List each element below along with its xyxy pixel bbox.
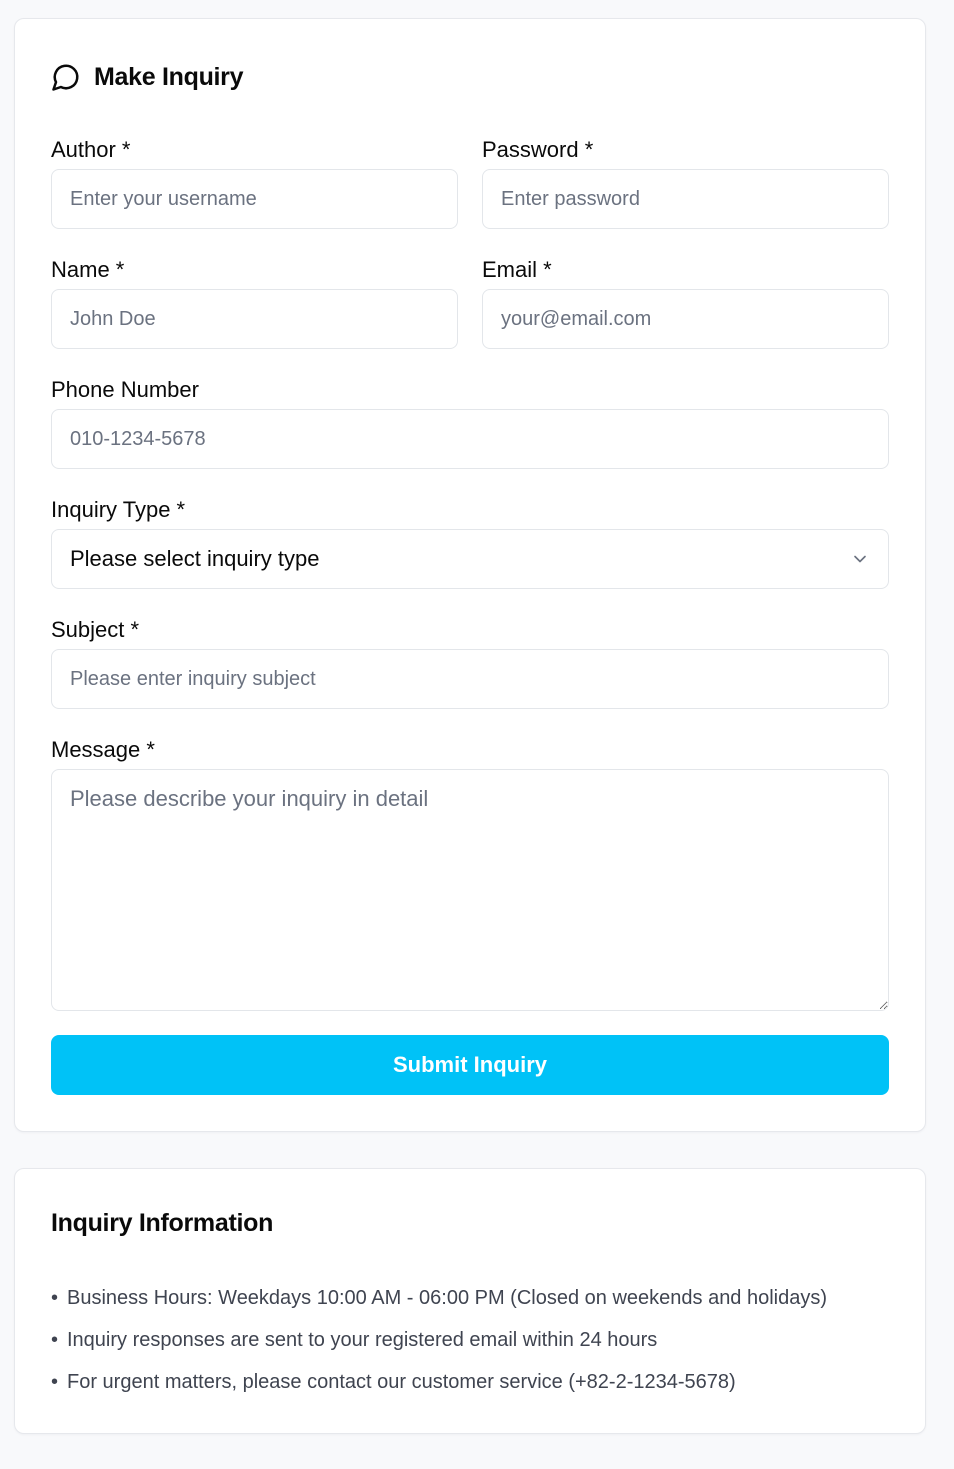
list-item: • Inquiry responses are sent to your regi… xyxy=(51,1319,827,1361)
message-field-group: Message * xyxy=(51,735,889,1016)
email-label: Email * xyxy=(482,257,552,282)
name-input[interactable] xyxy=(51,289,458,349)
inquiry-form-card: Make Inquiry Author * Password * Name * … xyxy=(14,18,926,1132)
inquiry-information-title: Inquiry Information xyxy=(51,1209,274,1237)
list-item: • Business Hours: Weekdays 10:00 AM - 06:… xyxy=(51,1277,827,1319)
phone-label: Phone Number xyxy=(51,377,199,402)
subject-input[interactable] xyxy=(51,649,889,709)
phone-field-group: Phone Number xyxy=(51,375,889,469)
inquiry-information-list: • Business Hours: Weekdays 10:00 AM - 06:… xyxy=(51,1277,827,1403)
password-label: Password * xyxy=(482,137,594,162)
info-item-text: Inquiry responses are sent to your regis… xyxy=(67,1329,658,1351)
inquiry-information-card: Inquiry Information • Business Hours: Wee… xyxy=(14,1168,926,1434)
inquiry-form-title: Make Inquiry xyxy=(94,62,244,91)
bullet-icon: • xyxy=(51,1371,59,1393)
email-input[interactable] xyxy=(482,289,889,349)
author-label: Author * xyxy=(51,137,131,162)
inquiry-type-label: Inquiry Type * xyxy=(51,497,186,522)
info-item-text: For urgent matters, please contact our c… xyxy=(67,1371,736,1393)
email-field-group: Email * xyxy=(482,255,889,349)
name-field-group: Name * xyxy=(51,255,458,349)
author-input[interactable] xyxy=(51,169,458,229)
inquiry-type-selected-value: Please select inquiry type xyxy=(70,546,320,571)
name-label: Name * xyxy=(51,257,125,282)
info-item-text: Business Hours: Weekdays 10:00 AM - 06:0… xyxy=(67,1287,828,1309)
message-label: Message * xyxy=(51,737,155,762)
phone-input[interactable] xyxy=(51,409,889,469)
list-item: • For urgent matters, please contact our … xyxy=(51,1361,827,1403)
inquiry-type-select[interactable]: Please select inquiry type xyxy=(51,529,889,589)
author-field-group: Author * xyxy=(51,135,458,229)
inquiry-form-header: Make Inquiry xyxy=(51,59,244,95)
password-input[interactable] xyxy=(482,169,889,229)
subject-field-group: Subject * xyxy=(51,615,889,709)
bullet-icon: • xyxy=(51,1287,59,1309)
chevron-down-icon xyxy=(850,549,870,569)
bullet-icon: • xyxy=(51,1329,59,1351)
subject-label: Subject * xyxy=(51,617,140,642)
message-circle-icon xyxy=(51,62,81,92)
message-textarea[interactable] xyxy=(51,769,889,1011)
password-field-group: Password * xyxy=(482,135,889,229)
inquiry-type-field-group: Inquiry Type * Please select inquiry typ… xyxy=(51,495,889,589)
submit-inquiry-button[interactable]: Submit Inquiry xyxy=(51,1035,889,1095)
